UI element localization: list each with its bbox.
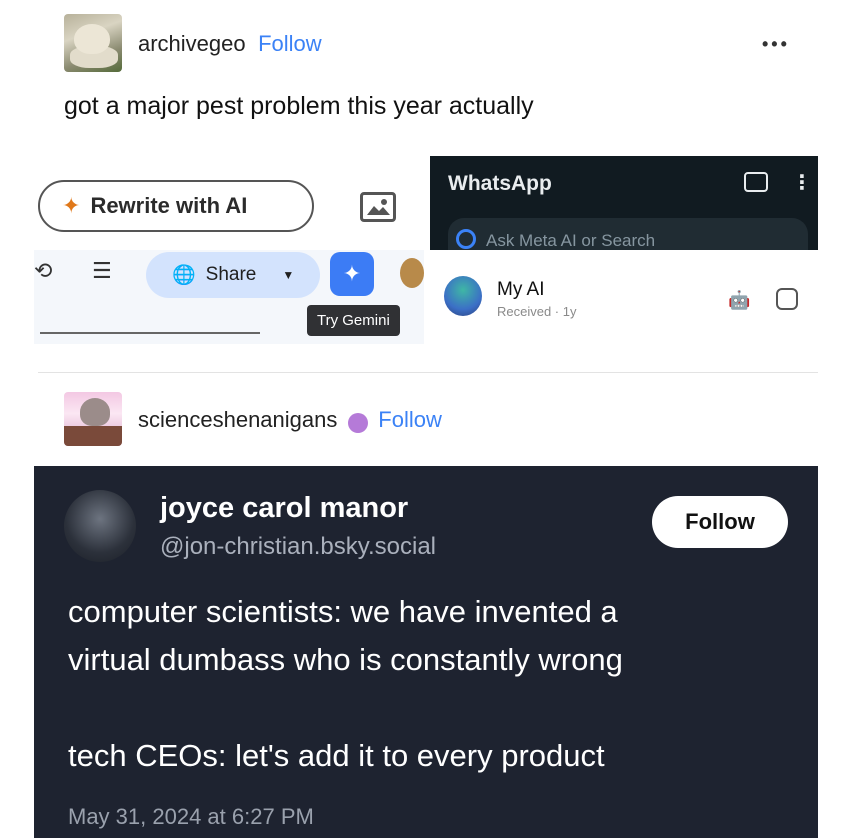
avatar[interactable] (64, 14, 122, 72)
kebab-icon[interactable]: ⋮ (792, 170, 812, 195)
camera-icon[interactable] (744, 172, 768, 192)
author-name[interactable]: joyce carol manor (160, 492, 408, 525)
my-ai-avatar[interactable] (444, 276, 482, 316)
username[interactable]: scienceshenanigans (138, 407, 337, 432)
brain-badge-icon (347, 412, 368, 433)
more-icon[interactable]: ••• (762, 34, 790, 55)
share-globe-icon: 🌐 (172, 265, 196, 286)
avatar[interactable] (64, 490, 136, 562)
chat-status: Received · 1y (497, 304, 577, 319)
rewrite-label: Rewrite with AI (90, 193, 248, 218)
divider (38, 372, 818, 373)
share-label: Share (205, 264, 257, 285)
image-icon[interactable] (360, 192, 396, 222)
image-icon-glyph (367, 199, 390, 215)
post-body: computer scientists: we have invented a … (68, 588, 798, 780)
chat-name[interactable]: My AI (497, 279, 545, 301)
rewrite-with-ai-button[interactable]: ✦ Rewrite with AI (38, 180, 314, 232)
sparkle-icon: ✦ (62, 193, 81, 218)
post-line: tech CEOs: let's add it to every product (68, 738, 605, 773)
follow-button[interactable]: Follow (652, 496, 788, 548)
avatar-image-detail (74, 24, 110, 54)
search-placeholder: Ask Meta AI or Search (486, 231, 656, 250)
profile-avatar[interactable] (400, 258, 424, 288)
follow-button[interactable]: Follow (258, 31, 322, 56)
scan-icon[interactable] (776, 288, 798, 310)
avatar-image-detail (80, 398, 110, 426)
gemini-star-icon[interactable]: ✦ (330, 252, 374, 296)
post-line: virtual dumbass who is constantly wrong (68, 642, 623, 677)
undo-icon[interactable]: ⟲ (34, 258, 52, 284)
toolbar-divider (40, 332, 260, 334)
comment-icon[interactable]: ☰ (92, 258, 112, 284)
avatar[interactable] (64, 392, 122, 446)
tooltip: Try Gemini (307, 305, 400, 336)
share-button[interactable]: 🌐 Share ▼ (146, 252, 320, 298)
post-text: got a major pest problem this year actua… (64, 92, 534, 120)
post-header: scienceshenanigans Follow (138, 407, 442, 433)
post-timestamp[interactable]: May 31, 2024 at 6:27 PM (68, 804, 314, 830)
robot-icon[interactable]: 🤖 (728, 290, 750, 311)
whatsapp-title: WhatsApp (448, 172, 552, 195)
author-handle[interactable]: @jon-christian.bsky.social (160, 533, 436, 561)
post-header: archivegeo Follow (138, 31, 322, 57)
post-line: computer scientists: we have invented a (68, 594, 618, 629)
meta-ai-ring-icon (456, 229, 476, 249)
chevron-down-icon[interactable]: ▼ (282, 268, 294, 282)
follow-button[interactable]: Follow (378, 407, 442, 432)
avatar-image-detail (64, 426, 122, 446)
username[interactable]: archivegeo (138, 31, 246, 56)
